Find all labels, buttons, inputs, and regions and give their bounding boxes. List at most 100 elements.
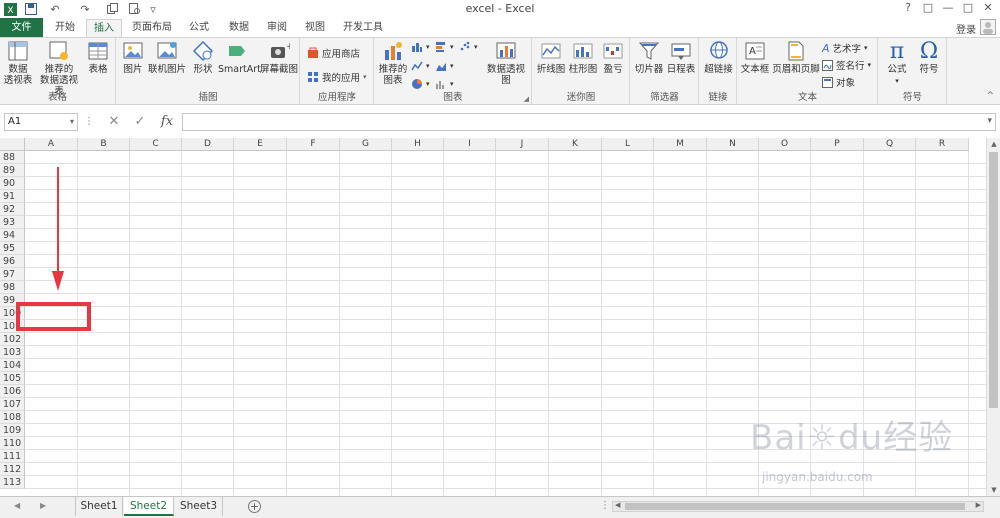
column-header[interactable]: P	[811, 138, 864, 151]
slicer-button[interactable]: 切片器	[633, 40, 665, 75]
header-footer-button[interactable]: 页眉和页脚	[771, 40, 821, 75]
charts-dialog-launcher-icon[interactable]: ◢	[524, 95, 529, 103]
collapse-ribbon-icon[interactable]: ^	[986, 91, 994, 101]
row-header[interactable]: 94	[0, 229, 25, 242]
table-button[interactable]: 表格	[84, 40, 112, 75]
row-header[interactable]: 105	[0, 372, 25, 385]
horizontal-scroll-thumb[interactable]	[625, 503, 965, 510]
pivot-chart-button[interactable]: 数据透视图	[483, 40, 529, 86]
tab-view[interactable]: 视图	[298, 19, 332, 37]
expand-formula-icon[interactable]: ▾	[987, 116, 992, 126]
column-header[interactable]: D	[182, 138, 234, 151]
enter-icon[interactable]: ✓	[130, 113, 150, 131]
sheet-tab-3[interactable]: Sheet3	[175, 497, 223, 516]
column-header[interactable]: A	[25, 138, 78, 151]
column-header[interactable]: E	[234, 138, 287, 151]
column-header[interactable]: H	[392, 138, 444, 151]
row-header[interactable]: 96	[0, 255, 25, 268]
row-header[interactable]: 104	[0, 359, 25, 372]
column-chart-button[interactable]: ▾	[411, 41, 430, 53]
picture-button[interactable]: 图片	[119, 40, 147, 75]
column-header[interactable]: F	[287, 138, 340, 151]
vertical-scroll-thumb[interactable]	[989, 152, 998, 408]
scroll-right-icon[interactable]: ▶	[976, 501, 981, 509]
minimize-icon[interactable]: —	[938, 1, 958, 17]
column-header[interactable]: Q	[864, 138, 916, 151]
sheet-tab-1[interactable]: Sheet1	[75, 497, 123, 516]
tab-developer[interactable]: 开发工具	[338, 19, 388, 37]
pivot-table-button[interactable]: 数据 透视表	[2, 40, 34, 86]
row-header[interactable]: 113	[0, 476, 25, 489]
online-picture-button[interactable]: 联机图片	[147, 40, 187, 75]
column-header[interactable]: O	[759, 138, 811, 151]
insert-function-icon[interactable]: fx	[156, 113, 178, 131]
tab-home[interactable]: 开始	[48, 19, 82, 37]
smartart-button[interactable]: SmartArt	[218, 40, 261, 75]
row-header[interactable]: 111	[0, 450, 25, 463]
avatar-icon[interactable]	[980, 19, 996, 35]
signature-line-button[interactable]: 签名行 ▾	[822, 58, 871, 72]
sheet-tab-2[interactable]: Sheet2	[124, 497, 174, 516]
tab-review[interactable]: 审阅	[260, 19, 294, 37]
row-header[interactable]: 106	[0, 385, 25, 398]
next-sheet-icon[interactable]: ▶	[40, 501, 46, 510]
timeline-button[interactable]: 日程表	[665, 40, 697, 75]
row-header[interactable]: 102	[0, 333, 25, 346]
row-header[interactable]: 95	[0, 242, 25, 255]
row-header[interactable]: 103	[0, 346, 25, 359]
line-chart-button[interactable]: ▾	[411, 60, 430, 72]
horizontal-scrollbar[interactable]: ◀ ▶	[612, 501, 984, 512]
row-header[interactable]: 108	[0, 411, 25, 424]
column-header[interactable]: M	[654, 138, 707, 151]
row-header[interactable]: 107	[0, 398, 25, 411]
row-header[interactable]: 110	[0, 437, 25, 450]
scroll-down-icon[interactable]: ▼	[987, 484, 1000, 496]
tab-insert[interactable]: 插入	[86, 19, 122, 38]
help-icon[interactable]: ?	[898, 1, 918, 17]
shapes-button[interactable]: 形状	[189, 40, 217, 75]
login-link[interactable]: 登录	[956, 21, 976, 36]
row-header[interactable]: 89	[0, 164, 25, 177]
scroll-up-icon[interactable]: ▲	[987, 138, 1000, 150]
symbol-button[interactable]: Ω 符号	[913, 40, 945, 76]
row-header[interactable]: 93	[0, 216, 25, 229]
column-header[interactable]: I	[444, 138, 496, 151]
scroll-left-icon[interactable]: ◀	[615, 501, 620, 509]
sparkline-winloss-button[interactable]: 盈亏	[599, 40, 627, 75]
column-header[interactable]: L	[602, 138, 654, 151]
tab-file[interactable]: 文件	[0, 18, 43, 37]
tab-formulas[interactable]: 公式	[182, 19, 216, 37]
maximize-icon[interactable]: □	[958, 1, 978, 17]
area-chart-button[interactable]: ▾	[435, 60, 454, 72]
row-header[interactable]: 109	[0, 424, 25, 437]
bar-chart-button[interactable]: ▾	[435, 41, 454, 53]
textbox-button[interactable]: A 文本框	[740, 40, 770, 75]
ribbon-display-icon[interactable]: □	[918, 1, 938, 17]
tab-data[interactable]: 数据	[222, 19, 256, 37]
recommended-charts-button[interactable]: 推荐的 图表	[377, 40, 409, 86]
column-header[interactable]: B	[78, 138, 130, 151]
app-store-button[interactable]: 应用商店	[307, 46, 360, 60]
select-all-corner[interactable]	[0, 138, 25, 151]
close-icon[interactable]: ✕	[978, 1, 998, 17]
column-header[interactable]: R	[916, 138, 969, 151]
vertical-scrollbar[interactable]: ▲ ▼	[986, 138, 1000, 496]
column-header[interactable]: K	[549, 138, 602, 151]
name-box-dropdown-icon[interactable]: ▾	[70, 114, 74, 130]
hyperlink-button[interactable]: 超链接	[702, 40, 735, 75]
add-sheet-icon[interactable]: +	[248, 500, 261, 513]
cancel-icon[interactable]: ✕	[104, 113, 124, 131]
row-header[interactable]: 92	[0, 203, 25, 216]
object-button[interactable]: 对象	[822, 75, 855, 89]
equation-button[interactable]: π 公式 ▾	[881, 40, 913, 87]
prev-sheet-icon[interactable]: ◀	[14, 501, 20, 510]
my-apps-button[interactable]: 我的应用 ▾	[307, 70, 367, 84]
wordart-button[interactable]: A 艺术字 ▾	[822, 41, 868, 56]
formula-input[interactable]: ▾	[182, 113, 996, 131]
column-header[interactable]: N	[707, 138, 759, 151]
tab-page-layout[interactable]: 页面布局	[128, 19, 176, 37]
sparkline-line-button[interactable]: 折线图	[535, 40, 567, 75]
column-header[interactable]: J	[496, 138, 549, 151]
row-header[interactable]: 90	[0, 177, 25, 190]
row-header[interactable]: 91	[0, 190, 25, 203]
